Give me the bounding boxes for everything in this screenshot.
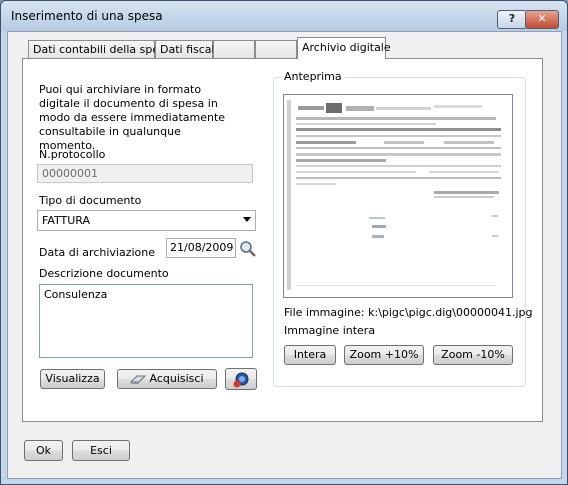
title-bar[interactable]: Inserimento di una spesa ? ✕ [1,1,567,31]
scanned-invoice-thumbnail [284,95,512,297]
acquire-button[interactable]: Acquisisci [117,369,217,389]
image-mode-label: Immagine intera [284,324,376,337]
archive-description: Puoi qui archiviare in formato digitale … [39,83,226,152]
chevron-down-icon [243,217,251,222]
tab-dati-fiscali[interactable]: Dati fiscali [155,40,218,58]
camera-button[interactable] [225,368,257,390]
scanner-icon [130,375,147,384]
tab-empty-2[interactable] [255,40,297,58]
preview-group-title: Anteprima [282,70,344,83]
close-button[interactable]: ✕ [525,10,559,29]
doctype-label: Tipo di documento [39,194,142,207]
date-picker-button[interactable] [238,238,258,258]
desc-label: Descrizione documento [39,267,169,280]
file-image-path: File immagine: k:\pigc\pigc.dig\00000041… [284,306,533,319]
help-button[interactable]: ? [497,10,527,29]
document-preview-image[interactable] [283,94,513,298]
date-field[interactable]: 21/08/2009 [166,238,236,258]
protocol-label: N.protocollo [39,148,106,161]
acquire-button-label: Acquisisci [149,372,204,385]
date-label: Data di archiviazione [39,246,155,259]
webcam-icon [233,372,249,388]
exit-button[interactable]: Esci [72,440,130,461]
doctype-select[interactable]: FATTURA [37,210,256,231]
view-button[interactable]: Visualizza [40,369,105,389]
zoom-out-button[interactable]: Zoom -10% [433,345,513,365]
tab-archivio-digitale[interactable]: Archivio digitale [297,37,391,59]
zoom-in-button[interactable]: Zoom +10% [344,345,424,365]
protocol-field: 00000001 [37,164,253,183]
doctype-value: FATTURA [42,214,91,227]
window-title: Inserimento di una spesa [11,9,163,23]
desc-textarea[interactable]: Consulenza [39,284,253,358]
tab-dati-contabili[interactable]: Dati contabili della spesa [28,40,172,58]
full-image-button[interactable]: Intera [284,345,336,365]
ok-button[interactable]: Ok [24,440,63,461]
tab-empty-1[interactable] [213,40,255,58]
magnifier-icon [240,241,256,257]
